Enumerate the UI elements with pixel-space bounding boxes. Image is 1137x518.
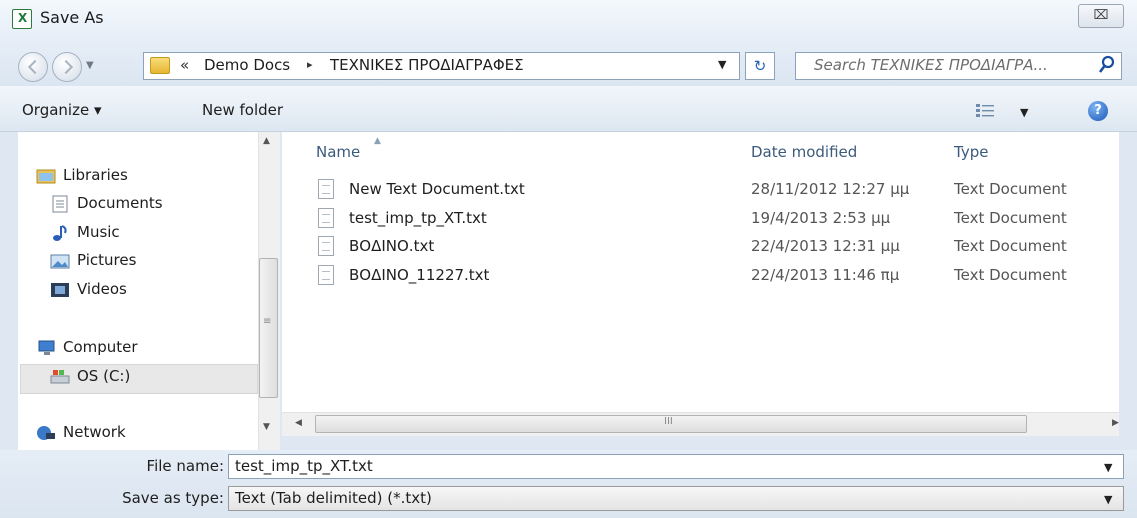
file-name: ΒΟΔΙΝΟ_11227.txt <box>349 266 490 284</box>
nav-item-label: Pictures <box>77 251 137 269</box>
close-button[interactable]: ⌧ <box>1078 4 1124 28</box>
nav-item-label: Network <box>63 423 126 441</box>
file-type: Text Document <box>954 237 1067 255</box>
text-file-icon <box>318 236 334 256</box>
refresh-icon: ↻ <box>753 57 767 75</box>
search-placeholder: Search ΤΕΧΝΙΚΕΣ ΠΡΟΔΙΑΓΡΑ... <box>814 56 1048 74</box>
nav-item-label: Libraries <box>63 166 128 184</box>
file-row[interactable]: New Text Document.txt 28/11/2012 12:27 μ… <box>318 177 1118 205</box>
refresh-button[interactable]: ↻ <box>745 52 775 80</box>
scroll-down-icon[interactable]: ▼ <box>263 422 270 432</box>
nav-item-label: Videos <box>77 280 127 298</box>
file-name: test_imp_tp_XT.txt <box>349 209 487 227</box>
drive-icon <box>50 370 70 384</box>
music-icon <box>53 225 67 241</box>
save-type-label: Save as type: <box>122 489 224 507</box>
forward-button[interactable] <box>52 52 82 82</box>
nav-scrollbar-thumb[interactable] <box>259 258 278 398</box>
view-options-icon[interactable] <box>976 104 994 118</box>
file-type: Text Document <box>954 209 1067 227</box>
text-file-icon <box>318 179 334 199</box>
window-title: Save As <box>40 8 104 27</box>
file-row[interactable]: test_imp_tp_XT.txt 19/4/2013 2:53 μμ Tex… <box>318 206 1118 234</box>
excel-icon <box>12 9 32 29</box>
breadcrumb-overflow[interactable]: « <box>180 56 189 74</box>
file-type: Text Document <box>954 266 1067 284</box>
file-date: 28/11/2012 12:27 μμ <box>751 180 910 198</box>
save-type-select[interactable]: Text (Tab delimited) (*.txt) <box>228 486 1124 511</box>
file-type: Text Document <box>954 180 1067 198</box>
file-name: New Text Document.txt <box>349 180 525 198</box>
file-date: 22/4/2013 12:31 μμ <box>751 237 900 255</box>
file-row[interactable]: ΒΟΔΙΝΟ.txt 22/4/2013 12:31 μμ Text Docum… <box>318 234 1118 262</box>
computer-icon <box>38 340 55 355</box>
scroll-left-icon[interactable]: ◀ <box>295 418 302 428</box>
navigation-pane: Libraries Documents Music Pictures Video… <box>18 132 260 450</box>
breadcrumb-item[interactable]: ΤΕΧΝΙΚΕΣ ΠΡΟΔΙΑΓΡΑΦΕΣ <box>330 56 524 74</box>
nav-item-label: OS (C:) <box>77 367 131 385</box>
command-toolbar <box>0 86 1137 132</box>
view-dropdown-icon[interactable]: ▼ <box>1020 106 1028 119</box>
text-file-icon <box>318 208 334 228</box>
nav-item-label: Computer <box>63 338 138 356</box>
column-header-date[interactable]: Date modified <box>751 143 857 161</box>
sort-ascending-icon: ▲ <box>374 136 381 146</box>
pictures-icon <box>50 254 70 269</box>
search-icon[interactable] <box>1098 55 1116 75</box>
nav-item-label: Documents <box>77 194 163 212</box>
file-name: ΒΟΔΙΝΟ.txt <box>349 237 435 255</box>
file-name-dropdown-icon[interactable]: ▼ <box>1104 461 1112 474</box>
title-bar <box>0 0 1137 38</box>
file-date: 19/4/2013 2:53 μμ <box>751 209 891 227</box>
breadcrumb-item[interactable]: Demo Docs <box>204 56 290 74</box>
scroll-up-icon[interactable]: ▲ <box>263 136 270 146</box>
nav-item-label: Music <box>77 223 120 241</box>
libraries-icon <box>36 169 56 184</box>
breadcrumb-separator-icon[interactable]: ▸ <box>307 58 313 71</box>
file-date: 22/4/2013 11:46 πμ <box>751 266 900 284</box>
back-button[interactable] <box>18 52 48 82</box>
text-file-icon <box>318 265 334 285</box>
new-folder-button[interactable]: New folder <box>202 101 283 119</box>
scroll-right-icon[interactable]: ▶ <box>1112 418 1119 428</box>
save-type-dropdown-icon[interactable]: ▼ <box>1104 493 1112 506</box>
column-header-name[interactable]: Name <box>316 143 360 161</box>
file-name-field[interactable]: test_imp_tp_XT.txt <box>228 454 1124 479</box>
folder-icon <box>150 57 170 74</box>
network-icon <box>37 426 55 440</box>
file-name-label: File name: <box>146 457 224 475</box>
scroll-grip-icon: III <box>664 416 673 427</box>
help-icon[interactable]: ? <box>1088 101 1108 121</box>
column-header-type[interactable]: Type <box>954 143 988 161</box>
documents-icon <box>52 195 68 213</box>
file-row[interactable]: ΒΟΔΙΝΟ_11227.txt 22/4/2013 11:46 πμ Text… <box>318 263 1118 291</box>
organize-button[interactable]: Organize ▾ <box>22 101 102 119</box>
history-dropdown-icon[interactable]: ▼ <box>86 60 94 71</box>
scroll-grip-icon: ≡ <box>263 316 272 327</box>
videos-icon <box>51 283 69 297</box>
address-dropdown-icon[interactable]: ▼ <box>718 58 726 71</box>
